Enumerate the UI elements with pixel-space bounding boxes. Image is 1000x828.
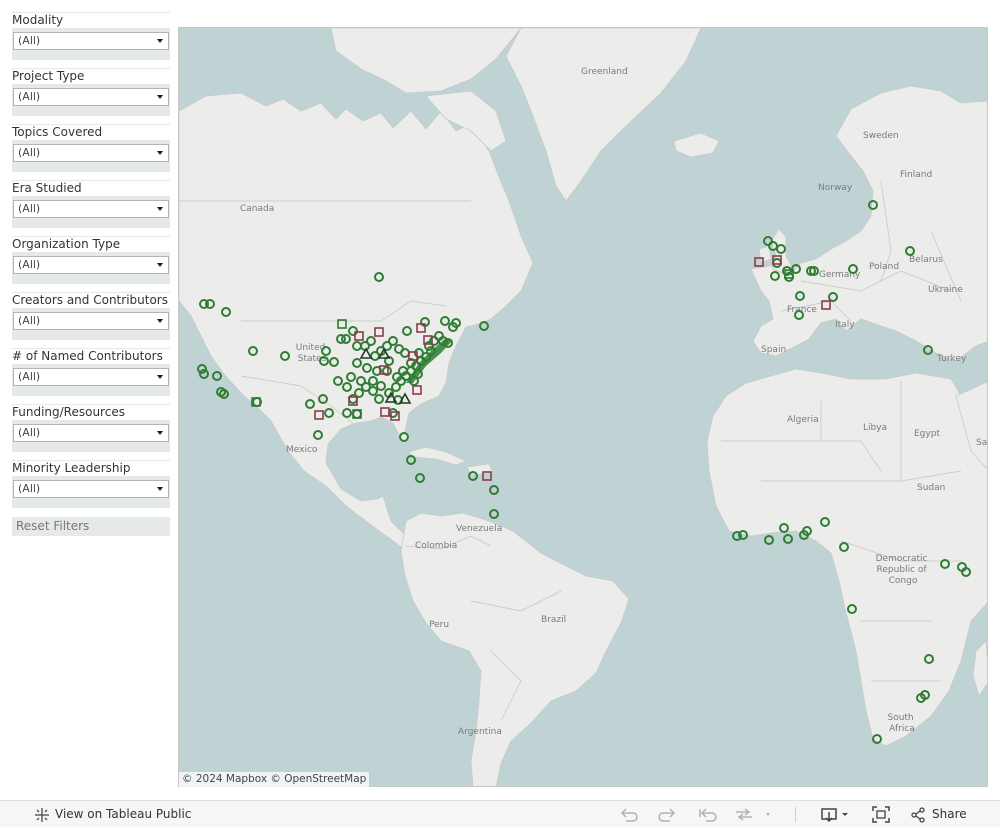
organization-type-dropdown[interactable]: (All)	[13, 256, 169, 274]
map-label: Venezuela	[456, 524, 502, 534]
map-label: Italy	[835, 320, 855, 330]
map-label: Libya	[863, 423, 887, 433]
map-label: Egypt	[914, 429, 940, 439]
filter-named-contributors: # of Named Contributors (All)	[12, 348, 170, 396]
filter-label: Organization Type	[12, 237, 170, 252]
era-studied-dropdown[interactable]: (All)	[13, 200, 169, 218]
map-label: Colombia	[415, 541, 457, 551]
map-label: Brazil	[541, 615, 566, 625]
map-label: Finland	[900, 170, 932, 180]
map-label: Turkey	[936, 354, 967, 364]
filter-minority-leadership: Minority Leadership (All)	[12, 460, 170, 508]
map-label: Canada	[240, 204, 274, 214]
download-icon[interactable]	[820, 806, 852, 823]
share-label: Share	[932, 807, 967, 821]
share-button[interactable]: Share	[910, 801, 980, 828]
filter-label: Topics Covered	[12, 125, 170, 140]
filter-organization-type: Organization Type (All)	[12, 236, 170, 284]
map-label: South Africa	[887, 713, 916, 734]
named-contributors-dropdown[interactable]: (All)	[13, 368, 169, 386]
reset-filters-button[interactable]: Reset Filters	[12, 517, 170, 536]
map-label: Greenland	[581, 67, 628, 77]
filter-funding-resources: Funding/Resources (All)	[12, 404, 170, 452]
map-view[interactable]: Greenland Canada Sweden Finland Norway B…	[178, 27, 988, 787]
tableau-logo-icon	[35, 808, 49, 822]
chevron-down-icon	[157, 39, 163, 43]
filter-topics-covered: Topics Covered (All)	[12, 124, 170, 172]
view-on-tableau-public-link[interactable]: View on Tableau Public	[34, 801, 194, 828]
filter-label: Project Type	[12, 69, 170, 84]
funding-resources-dropdown[interactable]: (All)	[13, 424, 169, 442]
map-label: Spain	[761, 345, 786, 355]
map-label: Mexico	[286, 445, 318, 455]
map-label-line: States	[298, 354, 327, 364]
filter-label: Creators and Contributors	[12, 293, 170, 308]
filter-label: # of Named Contributors	[12, 349, 170, 364]
filter-label: Funding/Resources	[12, 405, 170, 420]
chevron-down-icon	[157, 95, 163, 99]
filter-era-studied: Era Studied (All)	[12, 180, 170, 228]
map-label-line: Africa	[889, 724, 915, 734]
map-label: Argentina	[458, 727, 502, 737]
chevron-down-icon	[157, 263, 163, 267]
chevron-down-icon	[157, 431, 163, 435]
creators-contributors-dropdown[interactable]: (All)	[13, 312, 169, 330]
filter-label: Minority Leadership	[12, 461, 170, 476]
map-label-line: South	[887, 713, 913, 723]
topics-covered-dropdown[interactable]: (All)	[13, 144, 169, 162]
map-label-line: Democratic	[876, 554, 928, 564]
fullscreen-icon[interactable]	[872, 806, 890, 823]
chevron-down-icon	[157, 319, 163, 323]
chevron-down-icon	[157, 207, 163, 211]
filter-project-type: Project Type (All)	[12, 68, 170, 116]
map-label-line: Congo	[889, 576, 918, 586]
map-label-line: Republic of	[877, 565, 928, 575]
map-label: Ukraine	[928, 285, 963, 295]
map-label: Sweden	[863, 131, 899, 141]
map-label: Peru	[429, 620, 449, 630]
toolbar-divider	[795, 807, 796, 822]
chevron-down-icon	[157, 151, 163, 155]
view-on-tableau-public-label: View on Tableau Public	[55, 807, 192, 821]
revert-icon[interactable]	[697, 806, 717, 823]
redo-icon[interactable]	[658, 806, 678, 823]
tableau-toolbar: View on Tableau Public Share	[0, 800, 1000, 827]
minority-leadership-dropdown[interactable]: (All)	[13, 480, 169, 498]
filter-label: Modality	[12, 13, 170, 28]
map-label: Sudan	[917, 483, 945, 493]
undo-icon[interactable]	[618, 806, 638, 823]
filter-creators-contributors: Creators and Contributors (All)	[12, 292, 170, 340]
project-type-dropdown[interactable]: (All)	[13, 88, 169, 106]
share-icon	[911, 807, 925, 823]
map-label: Sau	[976, 438, 988, 448]
map-canvas[interactable]: Greenland Canada Sweden Finland Norway B…	[179, 28, 988, 787]
chevron-down-icon	[157, 375, 163, 379]
chevron-down-icon	[157, 487, 163, 491]
map-label-line: United	[296, 343, 326, 353]
map-label: Poland	[869, 262, 899, 272]
map-label: Belarus	[909, 255, 943, 265]
filter-modality: Modality (All)	[12, 12, 170, 60]
refresh-icon[interactable]	[734, 806, 774, 823]
map-label: Algeria	[787, 415, 819, 425]
map-attribution[interactable]: © 2024 Mapbox © OpenStreetMap	[179, 772, 370, 787]
filter-label: Era Studied	[12, 181, 170, 196]
map-label: Norway	[818, 183, 853, 193]
modality-dropdown[interactable]: (All)	[13, 32, 169, 50]
